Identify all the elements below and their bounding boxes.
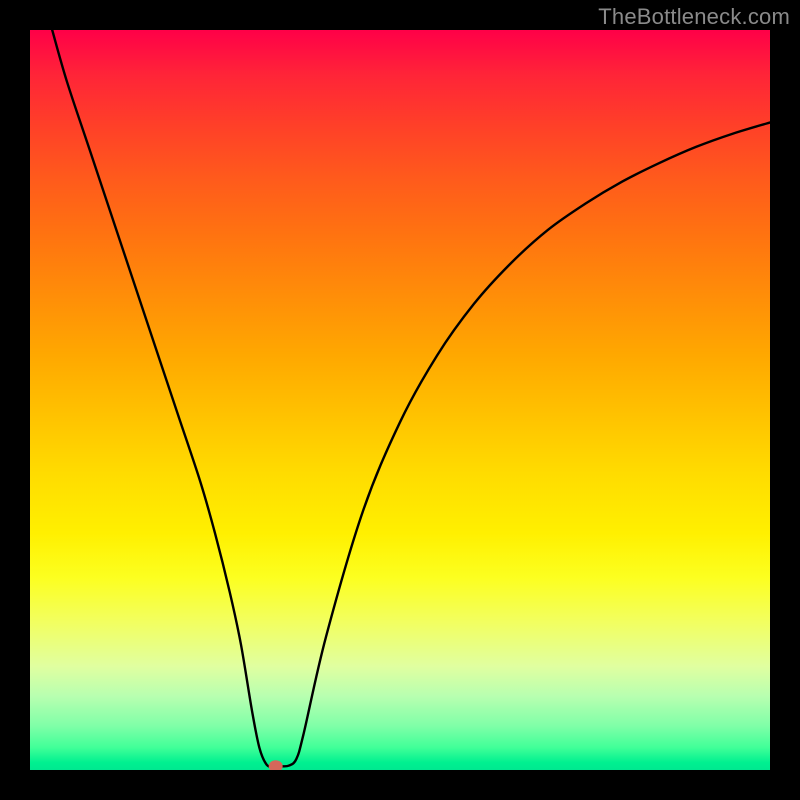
bottleneck-curve — [52, 30, 770, 767]
plot-area — [30, 30, 770, 770]
watermark-text: TheBottleneck.com — [598, 4, 790, 30]
minimum-marker — [269, 760, 283, 770]
curve-svg — [30, 30, 770, 770]
chart-frame: TheBottleneck.com — [0, 0, 800, 800]
